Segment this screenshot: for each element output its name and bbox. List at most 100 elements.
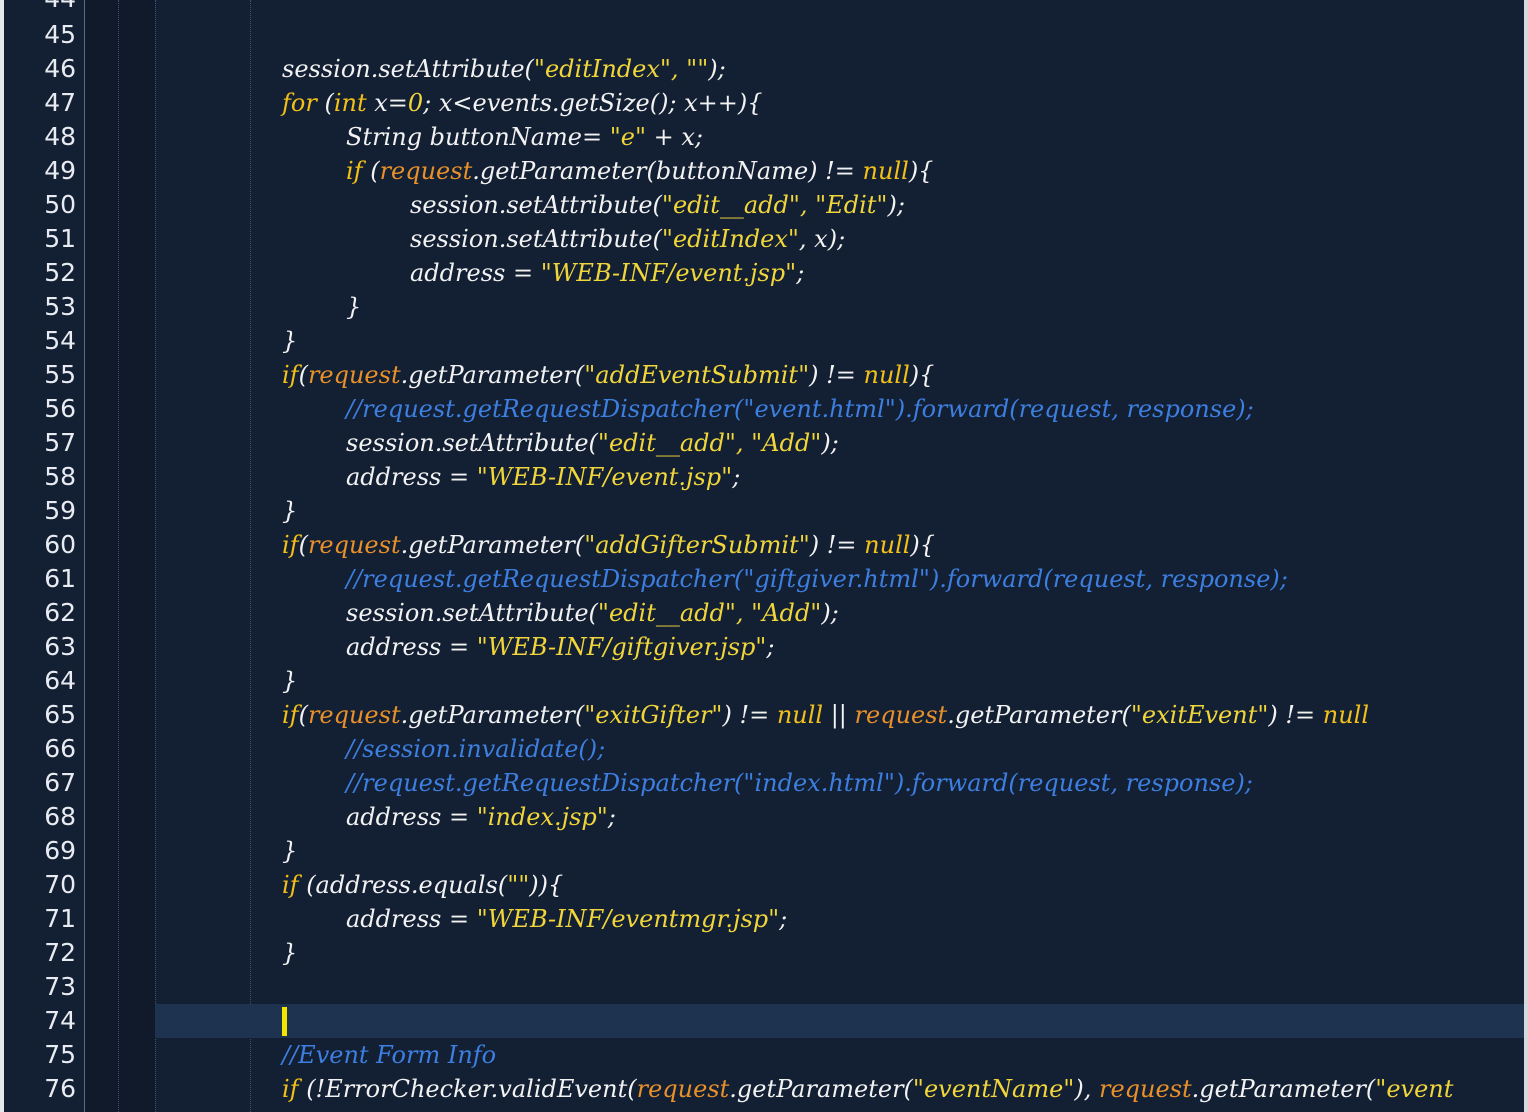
code-line[interactable]: 73 [0,970,1524,1004]
code-token: if [282,701,299,729]
code-line[interactable]: 69} [0,834,1524,868]
scrollbar-edge[interactable] [1524,0,1528,1112]
code-text[interactable]: address = "WEB-INF/giftgiver.jsp"; [346,630,774,664]
line-number: 67 [44,768,76,797]
code-token: request [636,1075,730,1103]
code-text[interactable]: if (address.equals("")){ [282,868,563,902]
code-text[interactable]: session.setAttribute("edit__add", "Add")… [346,596,839,630]
code-text[interactable]: if(request.getParameter("addEventSubmit"… [282,358,934,392]
code-text[interactable]: } [346,290,361,324]
line-number: 44 [8,0,76,16]
code-line[interactable]: 50 session.setAttribute("edit__add", "Edi… [0,188,1524,222]
code-line[interactable]: 59} [0,494,1524,528]
code-text[interactable]: //request.getRequestDispatcher("event.ht… [346,392,1254,426]
code-text[interactable]: } [282,936,297,970]
code-token: ) != [809,531,865,559]
code-token: x= [366,89,408,117]
code-token: 0 [407,89,424,117]
code-text[interactable]: session.setAttribute("edit__add", "Edit"… [410,188,905,222]
code-line[interactable]: 55 if(request.getParameter("addEventSubmi… [0,358,1524,392]
code-line[interactable]: 62 session.setAttribute("edit__add", "Add… [0,596,1524,630]
code-token: if [282,361,299,389]
code-text[interactable]: //request.getRequestDispatcher("index.ht… [346,766,1253,800]
code-text[interactable]: session.setAttribute("edit__add", "Add")… [346,426,839,460]
code-token: address = [346,633,477,661]
line-number: 50 [44,190,76,219]
code-line[interactable]: 48 String buttonName= "e" + x; [0,120,1524,154]
code-token: null [1322,701,1370,729]
code-line[interactable]: 63 address = "WEB-INF/giftgiver.jsp"; [0,630,1524,664]
code-line[interactable]: 65 if(request.getParameter("exitGifter") … [0,698,1524,732]
code-token: "edit__add", "Edit" [661,191,888,219]
code-line[interactable]: 60 if(request.getParameter("addGifterSubm… [0,528,1524,562]
code-token: } [282,497,298,525]
code-text[interactable]: for (int x=0; x<events.getSize(); x++){ [282,86,763,120]
code-line[interactable]: 53} [0,290,1524,324]
code-text[interactable]: //Event Form Info [282,1038,496,1072]
code-token: int [333,89,367,117]
code-text[interactable]: if(request.getParameter("addGifterSubmit… [282,528,935,562]
line-number: 46 [44,54,76,83]
code-line[interactable]: 49 if (request.getParameter(buttonName) !… [0,154,1524,188]
code-line[interactable]: 54} [0,324,1524,358]
code-line[interactable]: 68 address = "index.jsp"; [0,800,1524,834]
code-token: ; [766,633,775,661]
code-token: .getParameter(buttonName) != [472,157,863,185]
code-text[interactable]: } [282,834,297,868]
line-number: 61 [44,564,76,593]
code-line[interactable]: 51 session.setAttribute("editIndex", x); [0,222,1524,256]
code-text[interactable]: session.setAttribute("editIndex", ""); [282,52,726,86]
code-line[interactable]: 61 //request.getRequestDispatcher("giftgi… [0,562,1524,596]
code-line[interactable]: 70 if (address.equals("")){ [0,868,1524,902]
code-line[interactable]: 74 [0,1004,1524,1038]
code-token: address = [346,803,477,831]
code-text[interactable]: //session.invalidate(); [346,732,605,766]
code-text[interactable]: address = "WEB-INF/eventmgr.jsp"; [346,902,787,936]
code-line[interactable]: 58 address = "WEB-INF/event.jsp"; [0,460,1524,494]
line-number: 59 [44,496,76,525]
code-line[interactable]: 76 if (!ErrorChecker.validEvent(request.g… [0,1072,1524,1106]
code-line[interactable]: 46 session.setAttribute("editIndex", ""); [0,52,1524,86]
code-text[interactable]: if (!ErrorChecker.validEvent(request.get… [282,1072,1453,1106]
code-token: "" [507,871,530,899]
code-text[interactable]: address = "WEB-INF/event.jsp"; [346,460,740,494]
code-token: "index.jsp" [476,803,608,831]
code-text[interactable]: if (request.getParameter(buttonName) != … [346,154,933,188]
code-token: "e" [609,123,646,151]
code-text[interactable]: address = "index.jsp"; [346,800,616,834]
code-line[interactable]: 72} [0,936,1524,970]
line-number: 73 [44,972,76,1001]
code-token: request [307,701,401,729]
code-token: ; x<events.getSize(); x++){ [423,89,763,117]
code-line[interactable]: 52 address = "WEB-INF/event.jsp"; [0,256,1524,290]
code-token: ), [1074,1075,1099,1103]
code-token: , x); [798,225,846,253]
code-line[interactable]: 71 address = "WEB-INF/eventmgr.jsp"; [0,902,1524,936]
code-text[interactable]: session.setAttribute("editIndex", x); [410,222,845,256]
code-line[interactable]: 56 //request.getRequestDispatcher("event.… [0,392,1524,426]
code-line[interactable]: 64} [0,664,1524,698]
code-text[interactable]: } [282,664,297,698]
code-text[interactable]: } [282,324,297,358]
line-number: 53 [44,292,76,321]
code-token: ) != [809,361,864,389]
code-line[interactable]: 57 session.setAttribute("edit__add", "Add… [0,426,1524,460]
code-editor[interactable]: 44 4546 session.setAttribute("editIndex",… [0,0,1528,1112]
code-text[interactable]: } [282,494,297,528]
line-number: 63 [44,632,76,661]
code-token: //Event Form Info [282,1041,497,1069]
code-text[interactable]: if(request.getParameter("exitGifter") !=… [282,698,1369,732]
code-line[interactable]: 47 for (int x=0; x<events.getSize(); x++)… [0,86,1524,120]
line-number: 57 [44,428,76,457]
code-token: ( [298,531,308,559]
code-text[interactable]: address = "WEB-INF/event.jsp"; [410,256,804,290]
code-text[interactable]: String buttonName= "e" + x; [346,120,703,154]
code-text[interactable]: //request.getRequestDispatcher("giftgive… [346,562,1288,596]
code-line[interactable]: 66 //session.invalidate(); [0,732,1524,766]
code-line[interactable]: 67 //request.getRequestDispatcher("index.… [0,766,1524,800]
code-line[interactable]: 45 [0,18,1524,52]
line-number: 55 [44,360,76,389]
code-token: session.setAttribute( [346,599,598,627]
code-line[interactable]: 75 //Event Form Info [0,1038,1524,1072]
code-token: } [282,667,298,695]
